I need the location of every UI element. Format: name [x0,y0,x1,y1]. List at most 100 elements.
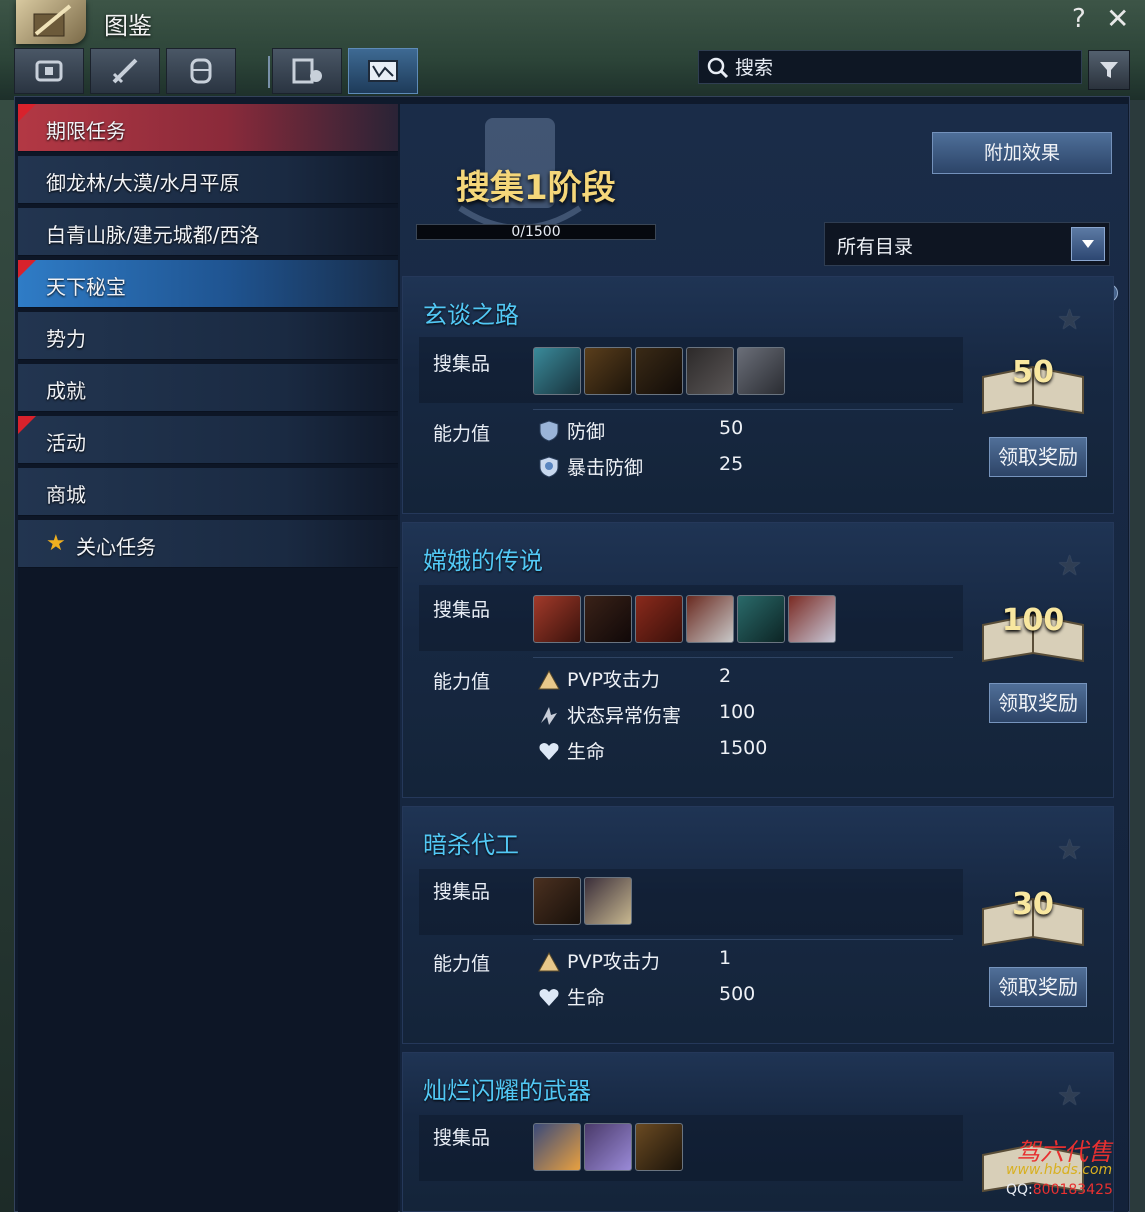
heart-icon [539,989,559,1006]
sidebar-item-label: 势力 [46,327,86,351]
chest-icon [35,60,63,82]
divider [533,409,953,410]
sidebar-item-label: 成就 [46,379,86,403]
collect-items [533,595,836,643]
divider [533,939,953,940]
collect-item-icon[interactable] [584,877,632,925]
collect-item-icon[interactable] [584,1123,632,1171]
claim-reward-button[interactable]: 领取奖励 [989,437,1087,477]
pvp-attack-icon [538,669,560,690]
collection-card: 嫦娥的传说 ★ 搜集品 能力值 PVP攻击力 2 状态异常伤害 100 生命 1… [402,522,1114,798]
bonus-effect-button[interactable]: 附加效果 [932,132,1112,174]
collection-card: 暗杀代工 ★ 搜集品 能力值 PVP攻击力 1 生命 500 30 领取奖励 [402,806,1114,1044]
favorite-star-icon[interactable]: ★ [1057,549,1082,582]
stat-name: 生命 [567,741,606,763]
sidebar-item-label: 白青山脉/建元城都/西洛 [46,223,260,247]
collect-item-icon[interactable] [533,347,581,395]
category-select[interactable]: 所有目录 [824,222,1110,266]
collection-card: 玄谈之路 ★ 搜集品 能力值 防御 50 暴击防御 25 50 领取奖励 [402,276,1114,514]
collect-item-icon[interactable] [635,595,683,643]
search-input[interactable] [733,53,1077,83]
collect-item-icon[interactable] [737,347,785,395]
collection-progress-bar: 0/1500 [416,224,656,240]
collect-item-icon[interactable] [533,595,581,643]
reward-book-icon: 30 [977,869,1089,955]
collect-row [419,1115,963,1181]
sidebar-item-achievement[interactable]: 成就 [18,364,398,412]
sidebar-item-region-1[interactable]: 御龙林/大漠/水月平原 [18,156,398,204]
claim-reward-button[interactable]: 领取奖励 [989,967,1087,1007]
tab-map[interactable] [272,48,342,94]
new-flag [18,416,36,434]
collect-label: 搜集品 [433,353,491,375]
collect-item-icon[interactable] [686,347,734,395]
close-icon[interactable]: ✕ [1106,2,1129,35]
collect-label: 搜集品 [433,1127,491,1149]
sidebar-item-label: 御龙林/大漠/水月平原 [46,171,240,195]
chevron-down-icon[interactable] [1071,227,1105,261]
collect-item-icon[interactable] [635,347,683,395]
sidebar-item-region-2[interactable]: 白青山脉/建元城都/西洛 [18,208,398,256]
card-title: 嫦娥的传说 [423,547,543,575]
collect-item-icon[interactable] [533,1123,581,1171]
help-icon[interactable]: ? [1072,4,1086,34]
quill-icon [33,4,72,37]
sidebar-item-event[interactable]: 活动 [18,416,398,464]
card-title: 玄谈之路 [423,301,519,329]
pvp-attack-icon [538,951,560,972]
collect-item-icon[interactable] [635,1123,683,1171]
stat-name: 暴击防御 [567,457,644,479]
stat-name: PVP攻击力 [567,669,660,691]
sidebar-item-label: 天下秘宝 [46,275,126,299]
stat-name: 生命 [567,987,606,1009]
tab-chest[interactable] [14,48,84,94]
map-icon [292,58,322,84]
reward-points: 50 [1012,355,1054,390]
collect-label: 搜集品 [433,599,491,621]
stage-title: 搜集1阶段 [456,168,616,208]
favorite-star-icon[interactable]: ★ [1057,833,1082,866]
sidebar-item-watched-quests[interactable]: ★ 关心任务 [18,520,398,568]
book-quill-logo [16,0,86,44]
tab-divider [268,56,270,88]
sidebar-item-shop[interactable]: 商城 [18,468,398,516]
ability-label: 能力值 [433,423,491,445]
armor-icon [190,58,212,84]
collect-items [533,347,785,395]
collect-item-icon[interactable] [737,595,785,643]
tab-armor[interactable] [166,48,236,94]
watermark-qq: QQ:800183425 [1006,1182,1113,1198]
tab-scroll-map[interactable] [348,48,418,94]
reward-points: 100 [1001,603,1065,638]
sidebar: 期限任务 御龙林/大漠/水月平原 白青山脉/建元城都/西洛 天下秘宝 势力 成就… [18,104,398,1212]
card-title: 灿烂闪耀的武器 [423,1077,591,1105]
watermark: 驾六代售 www.hbds.com QQ:800183425 [1006,1132,1136,1204]
collect-item-icon[interactable] [584,347,632,395]
collect-item-icon[interactable] [788,595,836,643]
stat-value: 1 [719,947,732,969]
collect-item-icon[interactable] [533,877,581,925]
sidebar-item-treasures[interactable]: 天下秘宝 [18,260,398,308]
reward-book-icon: 100 [977,585,1089,671]
stat-value: 25 [719,453,744,475]
watermark-qq-number: 800183425 [1032,1182,1113,1198]
stat-value: 50 [719,417,744,439]
tab-weapon[interactable] [90,48,160,94]
collect-item-icon[interactable] [584,595,632,643]
sidebar-item-limited-quest[interactable]: 期限任务 [18,104,398,152]
claim-reward-button[interactable]: 领取奖励 [989,683,1087,723]
stat-value: 100 [719,701,756,723]
heart-icon [539,743,559,760]
favorite-star-icon[interactable]: ★ [1057,303,1082,336]
watermark-url: www.hbds.com [1006,1162,1113,1178]
collect-label: 搜集品 [433,881,491,903]
favorite-star-icon[interactable]: ★ [1057,1079,1082,1112]
sidebar-item-faction[interactable]: 势力 [18,312,398,360]
collect-item-icon[interactable] [686,595,734,643]
search-icon [707,57,729,79]
divider [533,657,953,658]
card-title: 暗杀代工 [423,831,519,859]
progress-text: 0/1500 [511,224,561,240]
filter-button[interactable] [1088,50,1130,90]
search-box [698,50,1082,84]
